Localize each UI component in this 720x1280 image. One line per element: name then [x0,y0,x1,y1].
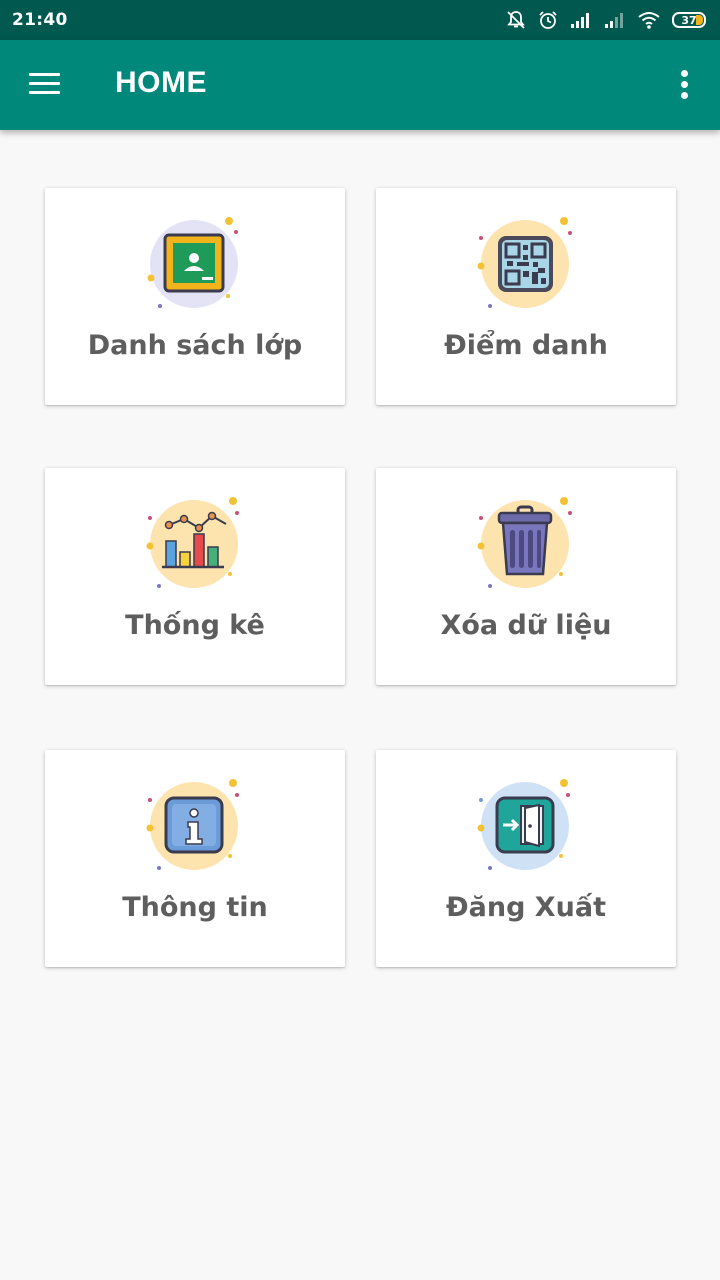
status-icons: 37 [506,10,706,30]
logout-door-icon [477,779,570,870]
menu-card-label: Xóa dữ liệu [440,610,612,641]
info-icon [146,779,239,870]
battery-icon: 37 [672,12,706,28]
menu-card-attendance[interactable]: Điểm danh [376,188,676,405]
menu-card-delete-data[interactable]: Xóa dữ liệu [376,468,676,685]
hamburger-menu-icon[interactable] [29,73,61,97]
status-bar: 21:40 37 [0,0,720,40]
signal-icon [571,13,589,28]
menu-card-label: Thống kê [125,610,265,641]
app-bar: HOME [0,40,720,130]
menu-card-statistics[interactable]: Thống kê [45,468,345,685]
menu-card-logout[interactable]: Đăng Xuất [376,750,676,967]
trash-bin-icon [477,497,572,588]
notifications-off-icon [507,11,525,29]
menu-card-label: Danh sách lớp [87,330,303,361]
menu-card-information[interactable]: Thông tin [45,750,345,967]
qr-code-icon [477,217,572,308]
battery-level: 37 [681,13,697,27]
page-title: HOME [115,66,207,99]
signal-weak-icon [605,13,623,28]
more-vert-icon[interactable] [672,70,698,100]
menu-card-label: Thông tin [122,892,268,923]
menu-card-label: Điểm danh [444,330,608,361]
menu-card-label: Đăng Xuất [446,892,606,923]
classroom-board-icon [147,217,238,308]
alarm-icon [539,11,557,29]
status-time: 21:40 [12,10,68,30]
bar-chart-icon [146,497,239,588]
menu-card-class-list[interactable]: Danh sách lớp [45,188,345,405]
wifi-icon [638,12,660,29]
